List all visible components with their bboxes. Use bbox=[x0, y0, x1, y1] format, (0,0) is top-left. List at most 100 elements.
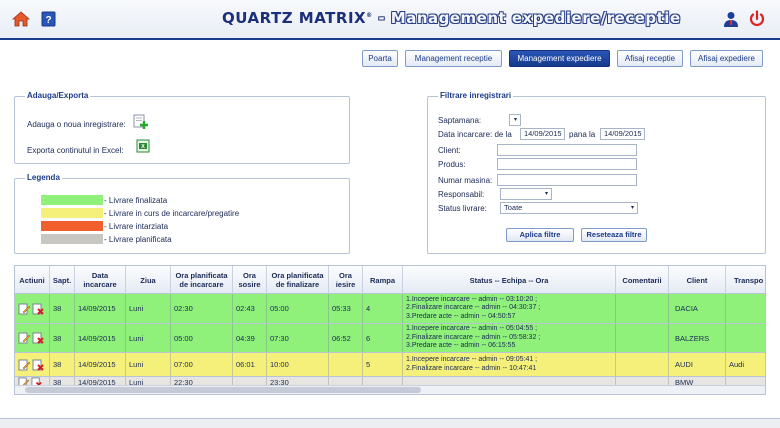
client-label: Client: bbox=[438, 146, 461, 155]
product-label: Produs: bbox=[438, 160, 466, 169]
user-icon[interactable] bbox=[722, 10, 740, 28]
legend-swatch-delayed bbox=[41, 221, 103, 231]
app-title: QUARTZ MATRIX® - Management expediere/re… bbox=[222, 9, 681, 27]
add-record-label: Adauga o noua inregistrare: bbox=[27, 120, 126, 129]
power-icon[interactable] bbox=[748, 10, 766, 28]
home-icon[interactable] bbox=[12, 10, 30, 28]
edit-icon[interactable] bbox=[18, 332, 30, 344]
chevron-down-icon: ▾ bbox=[513, 117, 517, 123]
row-actions bbox=[15, 294, 50, 323]
chevron-down-icon: ▾ bbox=[630, 205, 634, 211]
col-header-comentarii[interactable]: Comentarii bbox=[616, 266, 669, 294]
delete-icon[interactable] bbox=[32, 303, 44, 315]
delete-icon[interactable] bbox=[32, 332, 44, 344]
top-bar: ? QUARTZ MATRIX® - Management expediere/… bbox=[0, 0, 780, 40]
nav-management-receptie-button[interactable]: Management receptie bbox=[405, 50, 502, 67]
row-actions bbox=[15, 324, 50, 352]
status-line: 2.Finalizare incarcare -- admin -- 04:30… bbox=[406, 304, 541, 312]
col-header-ora-iesire[interactable]: Ora iesire bbox=[329, 266, 363, 294]
col-header-ora-sosire[interactable]: Ora sosire bbox=[233, 266, 267, 294]
filter-panel: Filtrare inregistrari Saptamana: ▾ Data … bbox=[427, 91, 766, 254]
col-header-ziua[interactable]: Ziua bbox=[126, 266, 171, 294]
apply-filters-button[interactable]: Aplica filtre bbox=[506, 228, 574, 242]
app-subtitle: - Management expediere/receptie bbox=[372, 9, 681, 27]
date-from-label: Data incarcare: de la bbox=[438, 130, 512, 139]
status-line: 1.Incepere incarcare -- admin -- 05:04:5… bbox=[406, 325, 538, 333]
plate-input[interactable] bbox=[497, 174, 637, 186]
table-header: Actiuni Sapt. Data incarcare Ziua Ora pl… bbox=[15, 266, 765, 294]
col-header-ora-planificata-incarcare[interactable]: Ora planificata de incarcare bbox=[171, 266, 233, 294]
reset-filters-button[interactable]: Reseteaza filtre bbox=[581, 228, 647, 242]
col-header-data-incarcare[interactable]: Data incarcare bbox=[75, 266, 126, 294]
col-header-actiuni[interactable]: Actiuni bbox=[15, 266, 50, 294]
legend-title: Legenda bbox=[25, 173, 62, 182]
date-to-label: pana la bbox=[569, 130, 596, 139]
cell-week: 38 bbox=[50, 294, 75, 323]
add-record-icon[interactable] bbox=[133, 114, 149, 130]
cell-transport: Audi bbox=[729, 360, 745, 369]
shipments-table: Actiuni Sapt. Data incarcare Ziua Ora pl… bbox=[14, 265, 766, 395]
help-book-icon[interactable]: ? bbox=[40, 10, 58, 28]
excel-export-icon[interactable]: X bbox=[136, 139, 150, 153]
nav-afisaj-expediere-button[interactable]: Afisaj expediere bbox=[690, 50, 763, 67]
cell-ramp: 6 bbox=[363, 324, 403, 352]
date-to-input[interactable]: 14/09/2015 bbox=[600, 128, 645, 140]
cell-comments bbox=[616, 324, 669, 352]
export-excel-label: Exporta continutul in Excel: bbox=[27, 146, 124, 155]
cell-week: 38 bbox=[50, 324, 75, 352]
edit-icon[interactable] bbox=[18, 303, 30, 315]
filter-title: Filtrare inregistrari bbox=[438, 91, 514, 100]
cell-comments bbox=[616, 353, 669, 376]
cell-plan-finish: 10:00 bbox=[267, 353, 329, 376]
cell-arrival: 04:39 bbox=[233, 324, 267, 352]
cell-exit: 05:33 bbox=[329, 294, 363, 323]
cell-date: 14/09/2015 bbox=[75, 294, 126, 323]
col-header-transport[interactable]: Transpo bbox=[726, 266, 765, 294]
cell-plan-load: 07:00 bbox=[171, 353, 233, 376]
delete-icon[interactable] bbox=[32, 359, 44, 371]
app-name: QUARTZ MATRIX bbox=[222, 9, 367, 27]
cell-date: 14/09/2015 bbox=[75, 324, 126, 352]
cell-transport bbox=[726, 324, 765, 352]
responsible-select[interactable]: ▾ bbox=[500, 188, 552, 200]
col-header-sapt[interactable]: Sapt. bbox=[50, 266, 75, 294]
cell-client: DACIA bbox=[669, 294, 726, 323]
status-line: 2.Finalizare incarcare -- admin -- 10:47… bbox=[406, 364, 537, 372]
nav-poarta-button[interactable]: Poarta bbox=[362, 50, 398, 67]
product-input[interactable] bbox=[497, 158, 637, 170]
cell-plan-load: 05:00 bbox=[171, 324, 233, 352]
status-line: 1.Incepere incarcare -- admin -- 03:10:2… bbox=[406, 295, 538, 303]
col-header-status[interactable]: Status -- Echipa -- Ora bbox=[403, 266, 616, 294]
row-actions bbox=[15, 353, 50, 376]
cell-ramp: 4 bbox=[363, 294, 403, 323]
status-select[interactable]: Toate ▾ bbox=[500, 202, 638, 214]
svg-text:X: X bbox=[141, 144, 145, 150]
table-row: 38 14/09/2015 Luni 07:00 06:01 10:00 5 1… bbox=[15, 353, 765, 377]
horizontal-scrollbar[interactable] bbox=[15, 385, 765, 394]
week-label: Saptamana: bbox=[438, 116, 482, 125]
week-select[interactable]: ▾ bbox=[509, 114, 521, 126]
cell-status: 1.Incepere incarcare -- admin -- 03:10:2… bbox=[403, 294, 616, 323]
cell-exit: 06:52 bbox=[329, 324, 363, 352]
col-header-client[interactable]: Client bbox=[669, 266, 726, 294]
client-input[interactable] bbox=[497, 144, 637, 156]
cell-arrival: 02:43 bbox=[233, 294, 267, 323]
legend-label-planned: - Livrare planificata bbox=[104, 235, 172, 244]
status-value: Toate bbox=[504, 203, 523, 212]
table-row: 38 14/09/2015 Luni 02:30 02:43 05:00 05:… bbox=[15, 294, 765, 324]
col-header-rampa[interactable]: Rampa bbox=[363, 266, 403, 294]
cell-plan-finish: 05:00 bbox=[267, 294, 329, 323]
status-line: 2.Finalizare incarcare -- admin -- 05:58… bbox=[406, 333, 541, 341]
cell-day: Luni bbox=[126, 294, 171, 323]
edit-icon[interactable] bbox=[18, 359, 30, 371]
status-label: Status livrare: bbox=[438, 204, 487, 213]
col-header-ora-planificata-finalizare[interactable]: Ora planificata de finalizare bbox=[267, 266, 329, 294]
cell-date: 14/09/2015 bbox=[75, 353, 126, 376]
legend-label-delayed: - Livrare intarziata bbox=[104, 222, 169, 231]
cell-day: Luni bbox=[126, 324, 171, 352]
scrollbar-thumb[interactable] bbox=[25, 387, 421, 393]
nav-management-expediere-button[interactable]: Management expediere bbox=[509, 50, 610, 67]
nav-afisaj-receptie-button[interactable]: Afisaj receptie bbox=[617, 50, 683, 67]
date-from-input[interactable]: 14/09/2015 bbox=[520, 128, 565, 140]
page-footer-strip bbox=[0, 418, 780, 428]
